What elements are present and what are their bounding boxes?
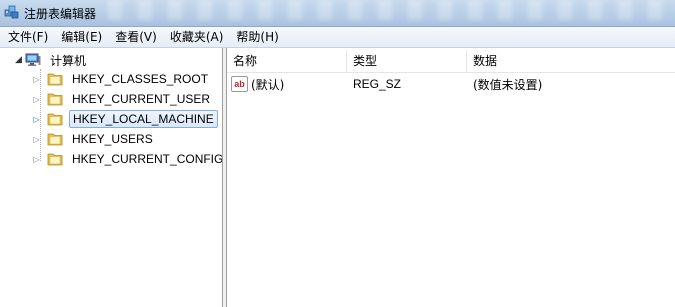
folder-icon <box>47 113 63 126</box>
tree-pane[interactable]: ◢ 计算机 ▷ HKEY_CLASSES_ROOT ▷ HKEY_CURRENT… <box>0 48 223 307</box>
value-name-cell: ab (默认) <box>227 76 347 93</box>
folder-icon <box>47 73 63 86</box>
expand-arrow-icon[interactable]: ▷ <box>32 69 41 89</box>
tree-item-label: HKEY_CURRENT_USER <box>72 92 211 106</box>
value-type: REG_SZ <box>353 77 402 91</box>
registry-editor-app-icon <box>4 5 19 19</box>
list-header: 名称 类型 数据 <box>227 50 675 73</box>
computer-icon <box>25 53 41 66</box>
window-title: 注册表编辑器 <box>24 7 97 21</box>
expand-arrow-icon[interactable]: ▷ <box>32 109 41 129</box>
menu-edit[interactable]: 编辑(E) <box>56 27 107 47</box>
menu-file[interactable]: 文件(F) <box>3 27 53 47</box>
expand-arrow-icon[interactable]: ▷ <box>32 89 41 109</box>
values-list-pane[interactable]: 名称 类型 数据 ab (默认) REG_SZ (数值未设置) <box>227 48 675 307</box>
title-bar-blur <box>108 0 675 20</box>
tree-item-hkey-local-machine[interactable]: ▷ HKEY_LOCAL_MACHINE <box>32 109 218 129</box>
column-header-data[interactable]: 数据 <box>467 50 675 72</box>
string-value-icon: ab <box>231 76 248 92</box>
collapse-arrow-icon[interactable]: ◢ <box>14 50 23 70</box>
expand-arrow-icon[interactable]: ▷ <box>32 149 41 169</box>
expand-arrow-icon[interactable]: ▷ <box>32 129 41 149</box>
folder-icon <box>47 153 63 166</box>
tree-item-hkey-classes-root[interactable]: ▷ HKEY_CLASSES_ROOT <box>32 69 211 89</box>
tree-item-hkey-current-config[interactable]: ▷ HKEY_CURRENT_CONFIG <box>32 149 223 169</box>
tree-item-label: 计算机 <box>50 53 87 68</box>
tree-item-label: HKEY_LOCAL_MACHINE <box>69 110 218 128</box>
menu-help[interactable]: 帮助(H) <box>231 27 283 47</box>
menu-bar: 文件(F) 编辑(E) 查看(V) 收藏夹(A) 帮助(H) <box>0 27 675 48</box>
title-bar[interactable]: 注册表编辑器 <box>0 0 675 27</box>
tree-item-computer[interactable]: ◢ 计算机 <box>14 50 89 70</box>
menu-view[interactable]: 查看(V) <box>110 27 162 47</box>
tree-item-hkey-current-user[interactable]: ▷ HKEY_CURRENT_USER <box>32 89 213 109</box>
tree-item-label: HKEY_USERS <box>72 132 153 146</box>
column-header-type[interactable]: 类型 <box>347 50 467 72</box>
folder-icon <box>47 133 63 146</box>
tree-item-hkey-users[interactable]: ▷ HKEY_USERS <box>32 129 156 149</box>
tree-item-label: HKEY_CURRENT_CONFIG <box>72 152 223 166</box>
menu-favorites[interactable]: 收藏夹(A) <box>165 27 229 47</box>
folder-icon <box>47 93 63 106</box>
value-name: (默认) <box>251 77 285 92</box>
tree-item-label: HKEY_CLASSES_ROOT <box>72 72 209 86</box>
list-item[interactable]: ab (默认) REG_SZ (数值未设置) <box>227 74 675 94</box>
column-header-name[interactable]: 名称 <box>227 50 347 72</box>
value-data: (数值未设置) <box>473 77 543 92</box>
